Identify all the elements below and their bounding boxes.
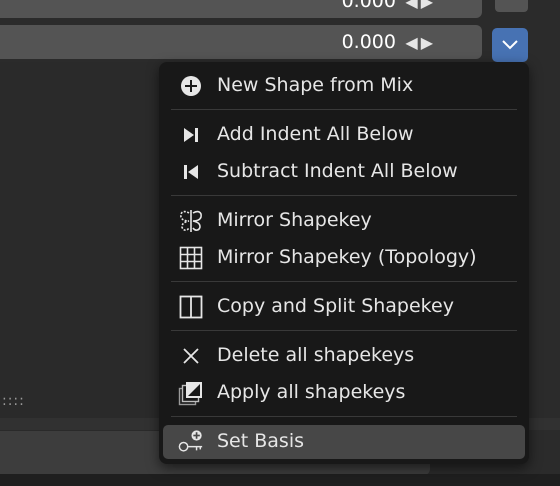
menu-item-label: Copy and Split Shapekey	[217, 295, 454, 317]
stepper-arrows-icon[interactable]: ◀▶	[405, 33, 436, 52]
menu-item-mirror-shapekey[interactable]: Mirror Shapekey	[163, 204, 525, 238]
value-text: 0.000	[341, 0, 396, 12]
value-field-top[interactable]: 0.000 ◀▶	[0, 0, 482, 18]
split-icon	[178, 295, 204, 319]
chevron-down-icon	[502, 40, 518, 50]
menu-separator	[171, 281, 517, 282]
menu-item-mirror-shapekey-topology[interactable]: Mirror Shapekey (Topology)	[163, 241, 525, 275]
indent-right-icon	[178, 123, 204, 147]
indent-left-icon	[178, 160, 204, 184]
key-add-icon	[178, 430, 204, 454]
menu-item-label: Subtract Indent All Below	[217, 160, 458, 182]
value-text: 0.000	[341, 31, 396, 53]
menu-separator	[171, 195, 517, 196]
menu-item-label: Mirror Shapekey	[217, 209, 372, 231]
top-extra-button[interactable]	[495, 0, 528, 12]
menu-item-apply-all-shapekeys[interactable]: Apply all shapekeys	[163, 376, 525, 410]
x-icon	[178, 344, 204, 368]
menu-item-subtract-indent-all-below[interactable]: Subtract Indent All Below	[163, 155, 525, 189]
add-circle-icon	[178, 74, 204, 98]
menu-item-label: New Shape from Mix	[217, 74, 414, 96]
menu-item-label: Mirror Shapekey (Topology)	[217, 246, 477, 268]
menu-item-label: Set Basis	[217, 430, 304, 452]
shapekey-list-panel	[0, 62, 165, 432]
menu-item-label: Delete all shapekeys	[217, 344, 415, 366]
menu-item-delete-all-shapekeys[interactable]: Delete all shapekeys	[163, 339, 525, 373]
stepper-arrows-icon[interactable]: ◀▶	[405, 0, 436, 11]
value-field[interactable]: 0.000 ◀▶	[0, 25, 482, 59]
menu-item-label: Add Indent All Below	[217, 123, 414, 145]
menu-item-copy-and-split-shapekey[interactable]: Copy and Split Shapekey	[163, 290, 525, 324]
grid-icon	[178, 246, 204, 270]
menu-item-label: Apply all shapekeys	[217, 381, 406, 403]
menu-separator	[171, 109, 517, 110]
panel-footer	[0, 474, 560, 486]
menu-separator	[171, 416, 517, 417]
shapekey-specials-dropdown-button[interactable]	[492, 28, 528, 62]
menu-separator	[171, 330, 517, 331]
mirror-icon	[178, 209, 204, 233]
menu-item-set-basis[interactable]: Set Basis	[163, 425, 525, 459]
shapekey-specials-menu: New Shape from Mix Add Indent All Below …	[159, 62, 529, 464]
menu-item-add-indent-all-below[interactable]: Add Indent All Below	[163, 118, 525, 152]
apply-stack-icon	[178, 381, 204, 406]
resize-grip-icon[interactable]: ::::	[2, 393, 25, 409]
menu-item-new-shape-from-mix[interactable]: New Shape from Mix	[163, 69, 525, 103]
